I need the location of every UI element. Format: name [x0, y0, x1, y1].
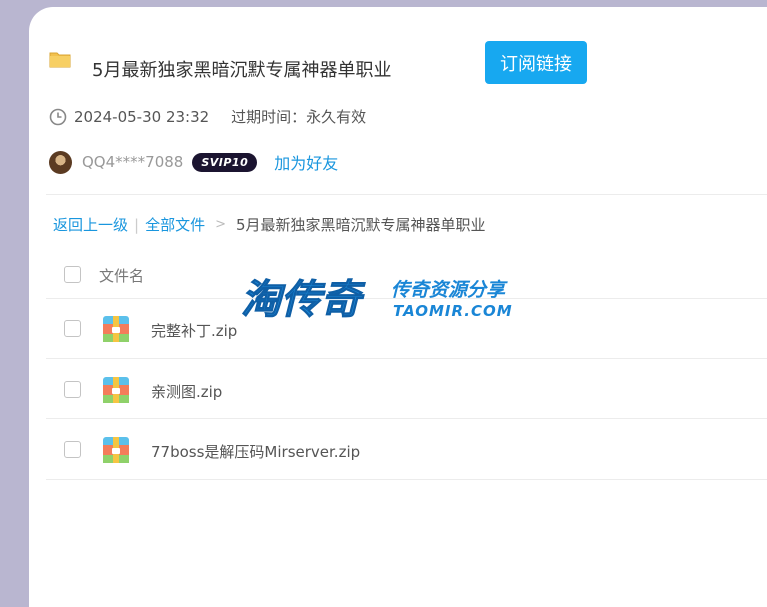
subscribe-button[interactable]: 订阅链接 — [485, 41, 587, 84]
breadcrumb-all-files-link[interactable]: 全部文件 — [145, 214, 205, 235]
svg-text:淘传奇: 淘传奇 — [241, 277, 366, 323]
column-header-filename: 文件名 — [99, 267, 145, 285]
row-checkbox[interactable] — [64, 381, 81, 398]
add-friend-link[interactable]: 加为好友 — [274, 150, 338, 174]
file-name[interactable]: 亲测图.zip — [151, 381, 222, 402]
svg-text:传奇资源分享: 传奇资源分享 — [391, 279, 508, 301]
breadcrumb-current: 5月最新独家黑暗沉默专属神器单职业 — [236, 216, 486, 234]
file-name[interactable]: 77boss是解压码Mirserver.zip — [151, 441, 360, 462]
divider — [46, 194, 767, 195]
breadcrumb-separator: | — [134, 215, 140, 234]
zip-icon — [103, 437, 129, 463]
share-timestamp: 2024-05-30 23:32 — [74, 107, 210, 126]
breadcrumb: 返回上一级 | 全部文件 > 5月最新独家黑暗沉默专属神器单职业 — [53, 214, 486, 235]
select-all-checkbox[interactable] — [64, 266, 81, 283]
user-row: QQ4****7088 SVIP10 加为好友 — [49, 150, 338, 174]
divider — [46, 479, 767, 480]
row-checkbox[interactable] — [64, 441, 81, 458]
expire-text: 过期时间：永久有效 — [231, 108, 367, 126]
meta-row: 2024-05-30 23:32 过期时间：永久有效 — [49, 106, 366, 127]
avatar[interactable] — [49, 150, 72, 174]
vip-badge: SVIP10 — [192, 152, 258, 172]
file-share-card: 5月最新独家黑暗沉默专属神器单职业 订阅链接 2024-05-30 23:32 … — [29, 7, 767, 607]
clock-icon — [49, 108, 67, 125]
chevron-right-icon: > — [215, 217, 226, 232]
file-name[interactable]: 完整补丁.zip — [151, 320, 237, 341]
folder-icon — [49, 52, 71, 68]
divider — [46, 418, 767, 419]
username[interactable]: QQ4****7088 — [82, 153, 183, 171]
zip-icon — [103, 377, 129, 403]
taomir-watermark-logo: 淘传奇 传奇资源分享 TAOMIR.COM — [241, 277, 513, 324]
page-title: 5月最新独家黑暗沉默专属神器单职业 — [92, 60, 392, 81]
zip-icon — [103, 316, 129, 342]
breadcrumb-back-link[interactable]: 返回上一级 — [53, 214, 128, 235]
row-checkbox[interactable] — [64, 320, 81, 337]
svg-text:TAOMIR.COM: TAOMIR.COM — [393, 302, 513, 320]
divider — [46, 358, 767, 359]
